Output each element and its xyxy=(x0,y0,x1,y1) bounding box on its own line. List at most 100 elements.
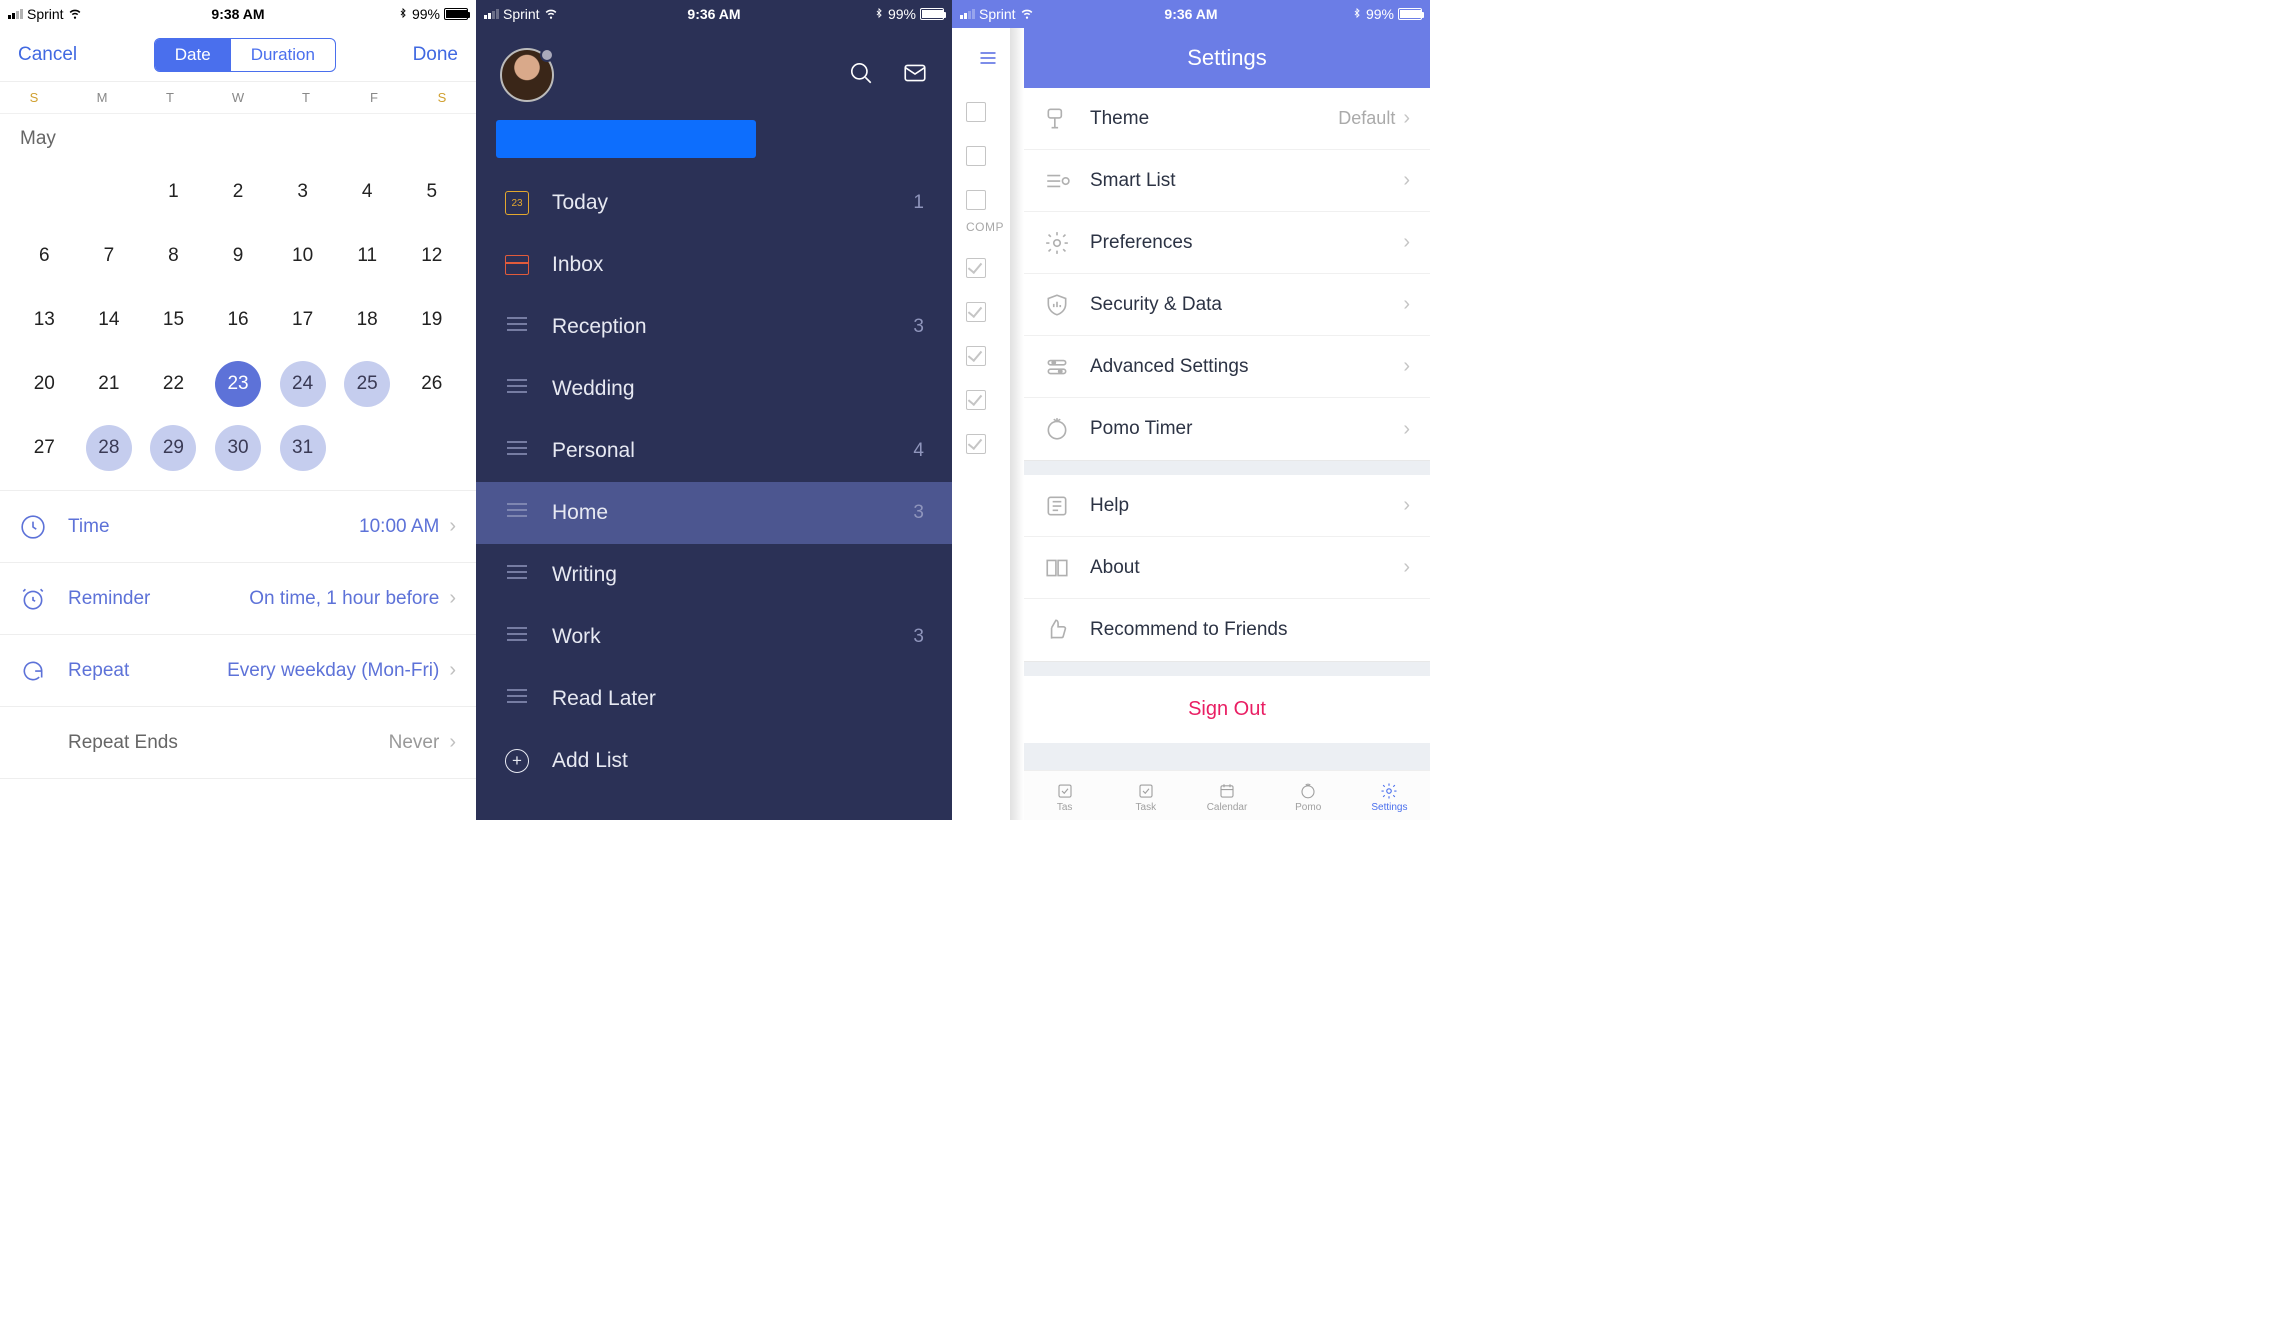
chevron-right-icon: › xyxy=(449,515,456,538)
status-time: 9:38 AM xyxy=(211,6,264,22)
settings-row-recommend-to-friends[interactable]: Recommend to Friends xyxy=(1024,599,1430,661)
sidebar-item-work[interactable]: Work 3 xyxy=(476,606,952,668)
chevron-right-icon: › xyxy=(449,587,456,610)
sidebar-nav-screen: Sprint 9:36 AM 99% 23 Today 1 Inb xyxy=(476,0,952,820)
day-cell[interactable]: 30 xyxy=(206,416,271,480)
day-cell[interactable]: 21 xyxy=(77,352,142,416)
date-duration-segmented[interactable]: Date Duration xyxy=(154,38,336,72)
checkbox-unchecked[interactable] xyxy=(966,190,986,210)
day-cell[interactable]: 6 xyxy=(12,224,77,288)
sidebar-item-personal[interactable]: Personal 4 xyxy=(476,420,952,482)
sidebar-item-home[interactable]: Home 3 xyxy=(476,482,952,544)
mail-icon[interactable] xyxy=(902,60,928,91)
settings-row-about[interactable]: About › xyxy=(1024,537,1430,599)
repeat-ends-row[interactable]: Repeat Ends Never › xyxy=(0,707,476,779)
day-cell[interactable]: 19 xyxy=(399,288,464,352)
avatar[interactable] xyxy=(500,48,554,102)
sidebar-item-read-later[interactable]: Read Later xyxy=(476,668,952,730)
battery-pct: 99% xyxy=(888,6,916,22)
signal-icon xyxy=(484,9,499,19)
sign-out-button[interactable]: Sign Out xyxy=(1024,676,1430,743)
settings-row-smart-list[interactable]: Smart List › xyxy=(1024,150,1430,212)
calendar-day-icon: 23 xyxy=(505,191,529,215)
day-cell[interactable]: 10 xyxy=(270,224,335,288)
day-cell[interactable]: 1 xyxy=(141,160,206,224)
day-cell[interactable]: 14 xyxy=(77,288,142,352)
sidebar-item-inbox[interactable]: Inbox xyxy=(476,234,952,296)
checkbox-unchecked[interactable] xyxy=(966,146,986,166)
settings-row-preferences[interactable]: Preferences › xyxy=(1024,212,1430,274)
day-cell[interactable]: 2 xyxy=(206,160,271,224)
day-cell[interactable]: 4 xyxy=(335,160,400,224)
battery-pct: 99% xyxy=(1366,6,1394,22)
add-list-button[interactable]: + Add List xyxy=(476,730,952,792)
tab-task[interactable]: Task xyxy=(1105,775,1186,820)
day-cell[interactable]: 11 xyxy=(335,224,400,288)
inbox-icon xyxy=(505,255,529,275)
carrier-label: Sprint xyxy=(503,6,540,22)
hamburger-icon[interactable] xyxy=(952,28,1024,88)
checkbox-unchecked[interactable] xyxy=(966,102,986,122)
signal-icon xyxy=(960,9,975,19)
settings-row-security-data[interactable]: Security & Data › xyxy=(1024,274,1430,336)
sidebar-item-reception[interactable]: Reception 3 xyxy=(476,296,952,358)
repeat-row[interactable]: Repeat Every weekday (Mon-Fri) › xyxy=(0,635,476,707)
battery-icon xyxy=(920,8,944,20)
theme-icon xyxy=(1044,106,1070,132)
clock-icon xyxy=(20,514,46,540)
sidebar-item-wedding[interactable]: Wedding xyxy=(476,358,952,420)
tab-calendar[interactable]: Calendar xyxy=(1186,775,1267,820)
day-cell-selected[interactable]: 23 xyxy=(206,352,271,416)
day-cell[interactable]: 13 xyxy=(12,288,77,352)
settings-row-advanced-settings[interactable]: Advanced Settings › xyxy=(1024,336,1430,398)
day-cell[interactable]: 9 xyxy=(206,224,271,288)
day-cell[interactable]: 27 xyxy=(12,416,77,480)
list-icon xyxy=(505,501,529,525)
tab-tasks-cut[interactable]: Tas xyxy=(1024,775,1105,820)
day-cell[interactable]: 7 xyxy=(77,224,142,288)
day-cell[interactable]: 20 xyxy=(12,352,77,416)
book-icon xyxy=(1044,555,1070,581)
day-cell[interactable]: 5 xyxy=(399,160,464,224)
checkbox-checked[interactable] xyxy=(966,390,986,410)
chevron-right-icon: › xyxy=(1403,231,1410,254)
day-cell[interactable]: 26 xyxy=(399,352,464,416)
day-cell[interactable]: 22 xyxy=(141,352,206,416)
segment-duration[interactable]: Duration xyxy=(231,39,335,71)
checkbox-checked[interactable] xyxy=(966,302,986,322)
day-cell[interactable]: 28 xyxy=(77,416,142,480)
day-cell[interactable]: 29 xyxy=(141,416,206,480)
day-cell[interactable]: 16 xyxy=(206,288,271,352)
day-cell[interactable]: 18 xyxy=(335,288,400,352)
list-icon xyxy=(505,377,529,401)
day-cell[interactable]: 15 xyxy=(141,288,206,352)
day-cell[interactable]: 31 xyxy=(270,416,335,480)
tab-pomo[interactable]: Pomo xyxy=(1268,775,1349,820)
cancel-button[interactable]: Cancel xyxy=(18,44,77,66)
day-cell[interactable]: 3 xyxy=(270,160,335,224)
weekday-header: S M T W T F S xyxy=(0,82,476,114)
tab-bar: Tas Task Calendar Pomo Settings xyxy=(1024,770,1430,820)
checkbox-checked[interactable] xyxy=(966,434,986,454)
battery-icon xyxy=(1398,8,1422,20)
checkbox-checked[interactable] xyxy=(966,258,986,278)
sidebar-item-today[interactable]: 23 Today 1 xyxy=(476,172,952,234)
day-cell[interactable]: 8 xyxy=(141,224,206,288)
sidebar-item-writing[interactable]: Writing xyxy=(476,544,952,606)
list-icon xyxy=(505,563,529,587)
tab-settings[interactable]: Settings xyxy=(1349,775,1430,820)
settings-row-theme[interactable]: Theme Default › xyxy=(1024,88,1430,150)
checkbox-checked[interactable] xyxy=(966,346,986,366)
day-cell[interactable]: 17 xyxy=(270,288,335,352)
done-button[interactable]: Done xyxy=(413,44,458,66)
username-band xyxy=(496,120,756,158)
day-cell[interactable]: 24 xyxy=(270,352,335,416)
segment-date[interactable]: Date xyxy=(155,39,231,71)
time-row[interactable]: Time 10:00 AM › xyxy=(0,491,476,563)
day-cell[interactable]: 12 xyxy=(399,224,464,288)
search-icon[interactable] xyxy=(848,60,874,91)
settings-row-help[interactable]: Help › xyxy=(1024,475,1430,537)
settings-row-pomo-timer[interactable]: Pomo Timer › xyxy=(1024,398,1430,460)
day-cell[interactable]: 25 xyxy=(335,352,400,416)
reminder-row[interactable]: Reminder On time, 1 hour before › xyxy=(0,563,476,635)
